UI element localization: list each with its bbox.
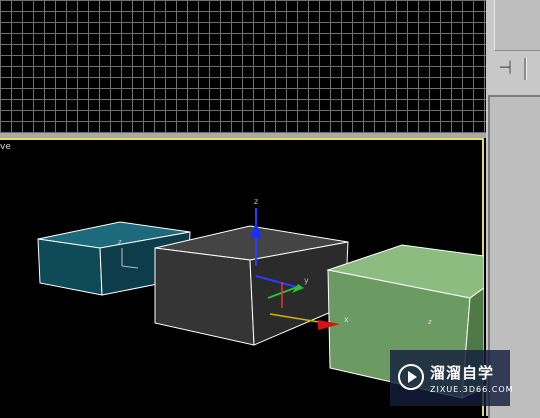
gizmo-x-label: x [344, 315, 349, 324]
watermark-url: ZIXUE.3D66.COM [430, 385, 514, 394]
panel-rollout [494, 0, 540, 51]
panel-divider [524, 58, 527, 80]
watermark: 溜溜自学 ZIXUE.3D66.COM [390, 350, 514, 406]
svg-text:z: z [118, 238, 122, 246]
top-viewport-grid[interactable] [0, 0, 488, 133]
gizmo-y-label: y [304, 276, 309, 285]
play-logo-icon [398, 364, 424, 390]
svg-text:z: z [428, 318, 432, 326]
pin-icon[interactable]: ─┤ [500, 60, 518, 76]
gizmo-z-label: z [254, 197, 258, 206]
watermark-title: 溜溜自学 [430, 364, 495, 382]
